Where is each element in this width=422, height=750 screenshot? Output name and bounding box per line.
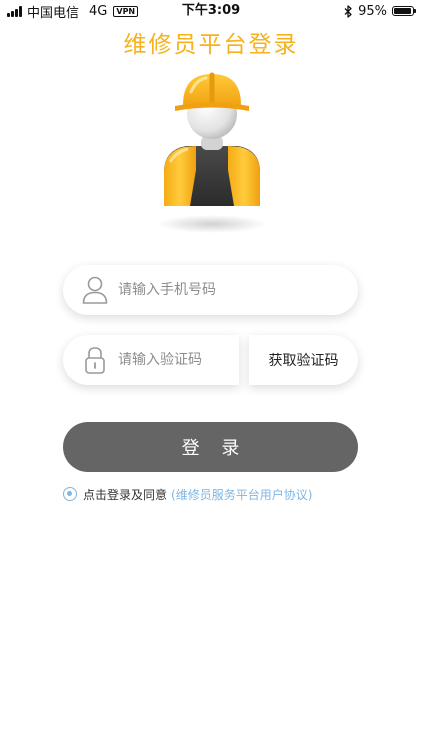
user-icon <box>82 276 108 304</box>
worker-avatar-icon <box>157 72 267 233</box>
status-bar: 中国电信 4G VPN 下午3:09 95% <box>0 0 422 22</box>
user-agreement-link[interactable]: (维修员服务平台用户协议) <box>171 486 312 503</box>
verification-code-input[interactable] <box>118 352 228 368</box>
lock-icon <box>85 347 105 374</box>
agreement-text: 点击登录及同意 <box>83 487 168 502</box>
battery-icon <box>392 6 416 16</box>
battery-level <box>394 8 412 14</box>
phone-field[interactable] <box>63 265 358 315</box>
status-right: 95% <box>344 3 416 19</box>
battery-percent: 95% <box>358 3 387 19</box>
get-code-button[interactable]: 获取验证码 <box>249 335 358 385</box>
page-title: 维修员平台登录 <box>123 32 299 58</box>
agree-radio-button[interactable] <box>63 487 77 501</box>
verification-code-field[interactable] <box>63 335 239 385</box>
bluetooth-icon <box>344 4 352 18</box>
login-button[interactable]: 登 录 <box>63 422 358 472</box>
agreement-row: 点击登录及同意 (维修员服务平台用户协议) <box>63 485 312 503</box>
phone-input[interactable] <box>118 282 298 298</box>
